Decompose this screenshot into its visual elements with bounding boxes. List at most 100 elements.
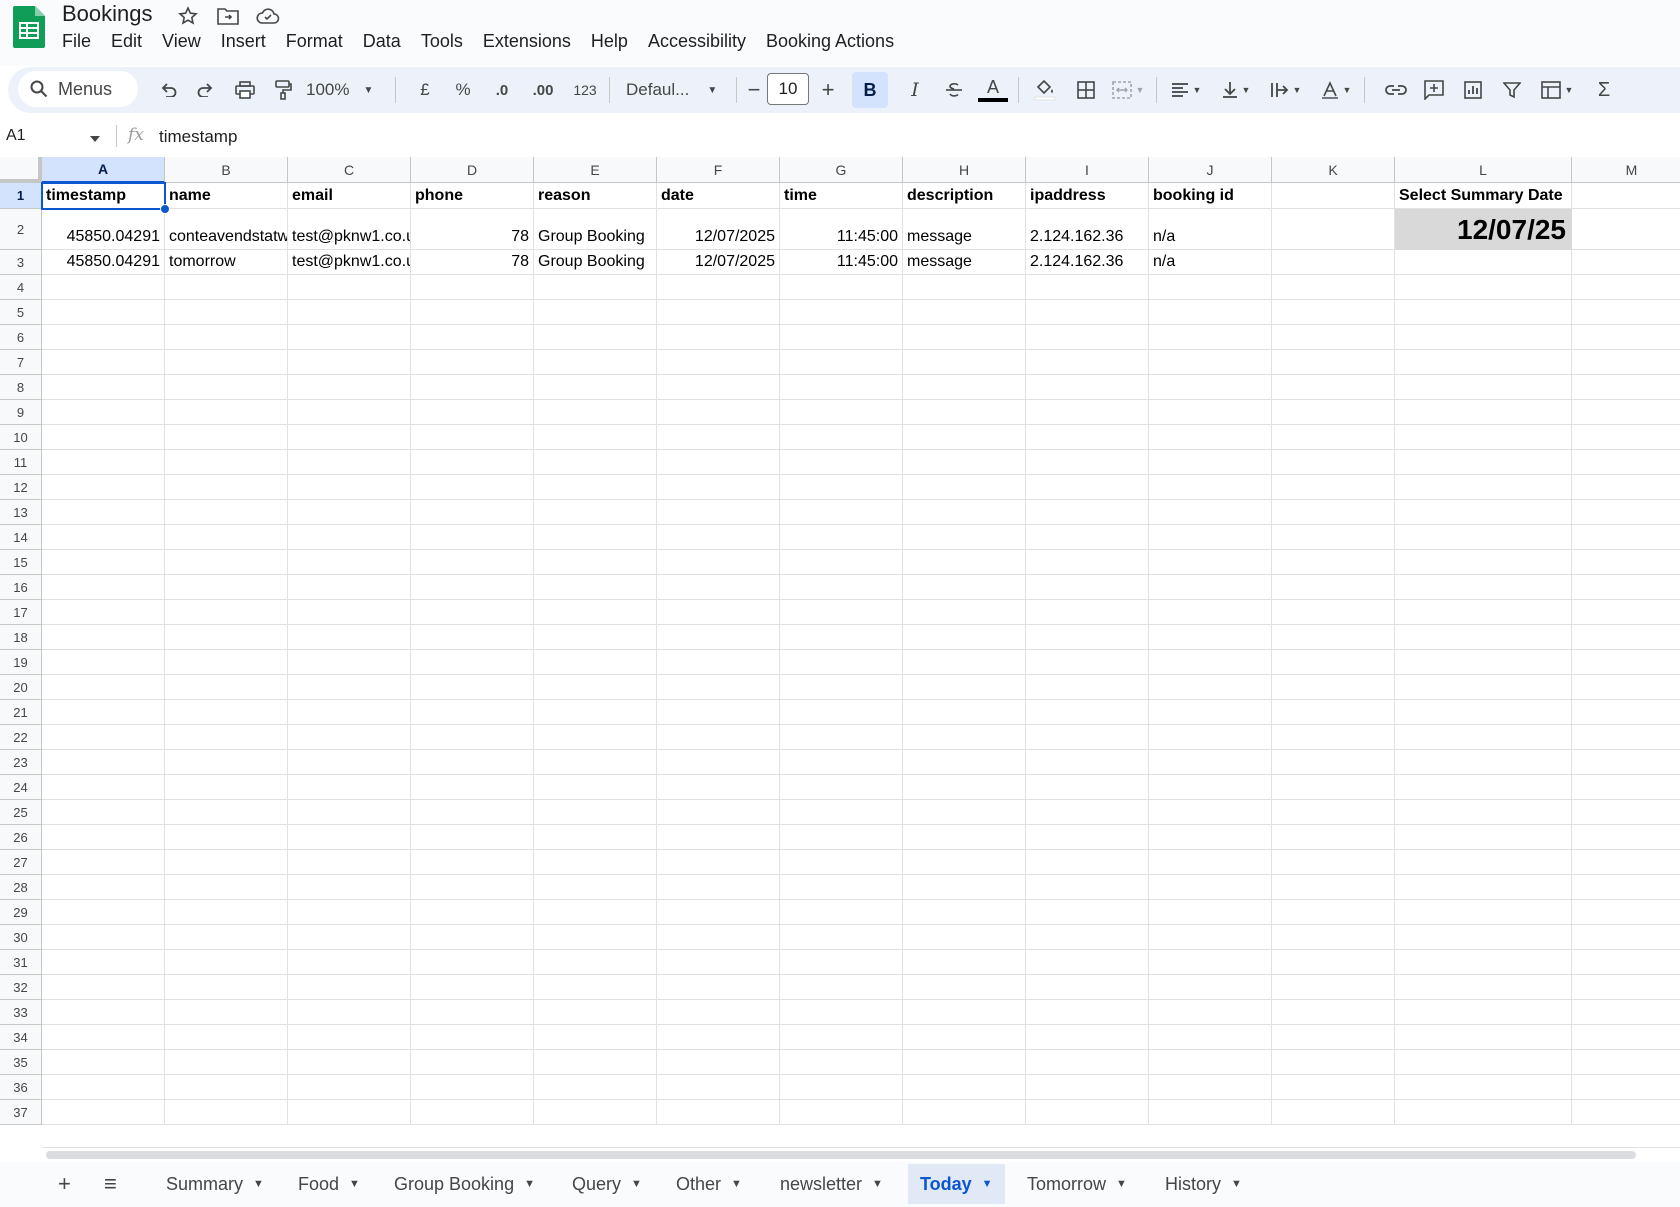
- cell-e28[interactable]: [534, 875, 657, 900]
- cell-e9[interactable]: [534, 400, 657, 425]
- cell-b21[interactable]: [165, 700, 288, 725]
- cell-f23[interactable]: [657, 750, 780, 775]
- cell-c14[interactable]: [288, 525, 411, 550]
- menu-format[interactable]: Format: [276, 28, 353, 55]
- cell-f2[interactable]: 12/07/2025: [657, 209, 780, 250]
- row-header-16[interactable]: 16: [0, 575, 42, 600]
- cell-g12[interactable]: [780, 475, 903, 500]
- cell-b18[interactable]: [165, 625, 288, 650]
- borders-icon[interactable]: [1067, 67, 1105, 113]
- cell-c16[interactable]: [288, 575, 411, 600]
- row-header-28[interactable]: 28: [0, 875, 42, 900]
- cell-j7[interactable]: [1149, 350, 1272, 375]
- cell-f5[interactable]: [657, 300, 780, 325]
- strikethrough-icon[interactable]: [937, 67, 971, 113]
- cell-m15[interactable]: [1572, 550, 1680, 575]
- cell-e21[interactable]: [534, 700, 657, 725]
- cell-i6[interactable]: [1026, 325, 1149, 350]
- cell-f27[interactable]: [657, 850, 780, 875]
- cell-f34[interactable]: [657, 1025, 780, 1050]
- cell-m12[interactable]: [1572, 475, 1680, 500]
- chevron-down-icon[interactable]: ▼: [524, 1178, 535, 1190]
- cell-e33[interactable]: [534, 1000, 657, 1025]
- cell-l31[interactable]: [1395, 950, 1572, 975]
- cell-d30[interactable]: [411, 925, 534, 950]
- cell-a13[interactable]: [42, 500, 165, 525]
- cell-a6[interactable]: [42, 325, 165, 350]
- cell-j31[interactable]: [1149, 950, 1272, 975]
- menu-tools[interactable]: Tools: [411, 28, 473, 55]
- cell-m8[interactable]: [1572, 375, 1680, 400]
- cell-f24[interactable]: [657, 775, 780, 800]
- cell-a2[interactable]: 45850.04291: [42, 209, 165, 250]
- cell-i1[interactable]: ipaddress: [1026, 183, 1149, 209]
- cell-a29[interactable]: [42, 900, 165, 925]
- cell-k23[interactable]: [1272, 750, 1395, 775]
- add-sheet-button[interactable]: +: [46, 1164, 83, 1204]
- cell-e10[interactable]: [534, 425, 657, 450]
- cell-c22[interactable]: [288, 725, 411, 750]
- cell-g5[interactable]: [780, 300, 903, 325]
- chevron-down-icon[interactable]: ▼: [349, 1178, 360, 1190]
- cell-g31[interactable]: [780, 950, 903, 975]
- cell-h13[interactable]: [903, 500, 1026, 525]
- cell-e26[interactable]: [534, 825, 657, 850]
- cell-l12[interactable]: [1395, 475, 1572, 500]
- cell-j26[interactable]: [1149, 825, 1272, 850]
- row-header-17[interactable]: 17: [0, 600, 42, 625]
- filter-icon[interactable]: [1494, 67, 1530, 113]
- cell-a27[interactable]: [42, 850, 165, 875]
- cell-h9[interactable]: [903, 400, 1026, 425]
- cell-b10[interactable]: [165, 425, 288, 450]
- cell-b12[interactable]: [165, 475, 288, 500]
- cell-a17[interactable]: [42, 600, 165, 625]
- cell-m17[interactable]: [1572, 600, 1680, 625]
- cell-l21[interactable]: [1395, 700, 1572, 725]
- cell-e13[interactable]: [534, 500, 657, 525]
- cell-i10[interactable]: [1026, 425, 1149, 450]
- row-header-15[interactable]: 15: [0, 550, 42, 575]
- star-icon[interactable]: [174, 4, 202, 28]
- cell-c24[interactable]: [288, 775, 411, 800]
- cell-b9[interactable]: [165, 400, 288, 425]
- cell-d22[interactable]: [411, 725, 534, 750]
- cell-b13[interactable]: [165, 500, 288, 525]
- cell-j2[interactable]: n/a: [1149, 209, 1272, 250]
- cell-d4[interactable]: [411, 275, 534, 300]
- row-header-33[interactable]: 33: [0, 1000, 42, 1025]
- cell-d13[interactable]: [411, 500, 534, 525]
- column-header-k[interactable]: K: [1272, 157, 1395, 183]
- row-header-25[interactable]: 25: [0, 800, 42, 825]
- row-header-29[interactable]: 29: [0, 900, 42, 925]
- cell-f35[interactable]: [657, 1050, 780, 1075]
- cell-d31[interactable]: [411, 950, 534, 975]
- cell-i12[interactable]: [1026, 475, 1149, 500]
- cell-c35[interactable]: [288, 1050, 411, 1075]
- cell-a21[interactable]: [42, 700, 165, 725]
- cell-l13[interactable]: [1395, 500, 1572, 525]
- cell-i32[interactable]: [1026, 975, 1149, 1000]
- column-header-a[interactable]: A: [42, 157, 165, 183]
- cell-b27[interactable]: [165, 850, 288, 875]
- cell-b35[interactable]: [165, 1050, 288, 1075]
- cell-m32[interactable]: [1572, 975, 1680, 1000]
- cell-j9[interactable]: [1149, 400, 1272, 425]
- cell-h30[interactable]: [903, 925, 1026, 950]
- column-header-m[interactable]: M: [1572, 157, 1680, 183]
- cell-i13[interactable]: [1026, 500, 1149, 525]
- row-header-10[interactable]: 10: [0, 425, 42, 450]
- sheet-tab-tomorrow[interactable]: Tomorrow ▼: [1015, 1164, 1139, 1204]
- cell-l18[interactable]: [1395, 625, 1572, 650]
- cell-l36[interactable]: [1395, 1075, 1572, 1100]
- cell-h35[interactable]: [903, 1050, 1026, 1075]
- cell-j22[interactable]: [1149, 725, 1272, 750]
- column-header-j[interactable]: J: [1149, 157, 1272, 183]
- cell-m2[interactable]: [1572, 209, 1680, 250]
- cell-b14[interactable]: [165, 525, 288, 550]
- cell-b19[interactable]: [165, 650, 288, 675]
- cell-g8[interactable]: [780, 375, 903, 400]
- cell-i17[interactable]: [1026, 600, 1149, 625]
- cell-l17[interactable]: [1395, 600, 1572, 625]
- cell-m13[interactable]: [1572, 500, 1680, 525]
- cell-j21[interactable]: [1149, 700, 1272, 725]
